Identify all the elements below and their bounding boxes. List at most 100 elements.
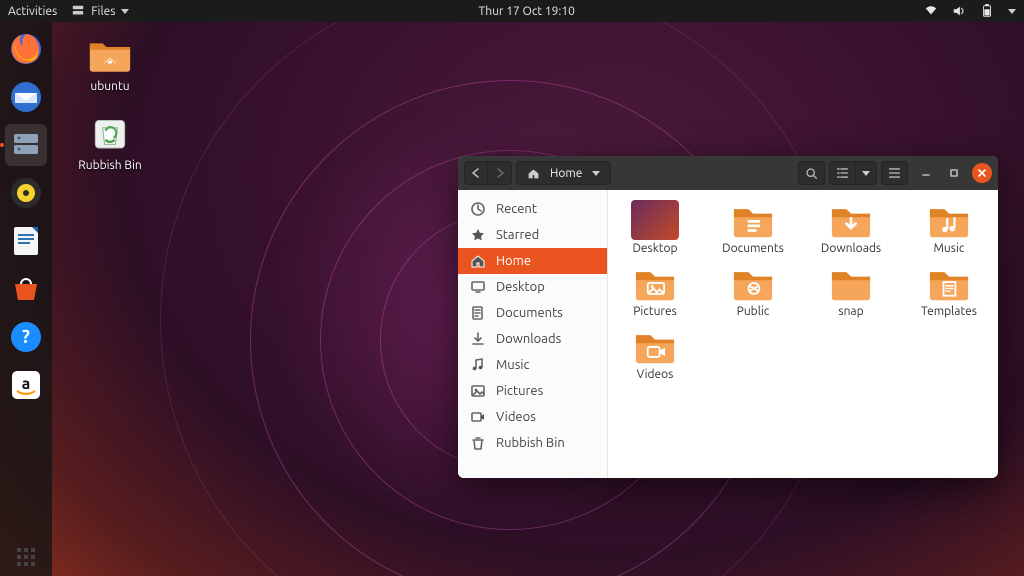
- sidebar-item-label: Videos: [496, 410, 536, 424]
- files-titlebar: Home: [458, 156, 998, 190]
- dock-rhythmbox[interactable]: [5, 172, 47, 214]
- clock-icon: [470, 201, 486, 217]
- sidebar-item-label: Starred: [496, 228, 539, 242]
- file-item-label: Public: [714, 305, 792, 318]
- files-window: Home Recent Starred Home Desktop Documents Do…: [458, 156, 998, 478]
- sidebar-item-documents[interactable]: Documents: [458, 300, 607, 326]
- file-item-music[interactable]: Music: [910, 200, 988, 255]
- folder-music-icon: [925, 200, 973, 240]
- path-bar[interactable]: Home: [516, 161, 611, 185]
- svg-text:?: ?: [22, 327, 30, 347]
- desktop-icon: [470, 279, 486, 295]
- desktop-trash[interactable]: Rubbish Bin: [70, 115, 150, 172]
- folder-documents-icon: [729, 200, 777, 240]
- search-button[interactable]: [798, 161, 825, 185]
- dock-libreoffice-writer[interactable]: [5, 220, 47, 262]
- sidebar-item-home[interactable]: Home: [458, 248, 607, 274]
- volume-icon[interactable]: [952, 4, 966, 18]
- file-item-label: snap: [812, 305, 890, 318]
- network-wifi-icon[interactable]: [924, 4, 938, 18]
- sidebar-item-label: Downloads: [496, 332, 561, 346]
- folder-pictures-icon: [631, 263, 679, 303]
- folder-plain-icon: [827, 263, 875, 303]
- battery-icon[interactable]: [980, 4, 994, 18]
- file-item-label: Documents: [714, 242, 792, 255]
- sidebar-item-downloads[interactable]: Downloads: [458, 326, 607, 352]
- sidebar-item-label: Home: [496, 254, 531, 268]
- trash-icon: [88, 115, 132, 155]
- file-item-snap[interactable]: snap: [812, 263, 890, 318]
- svg-text:a: a: [22, 375, 31, 393]
- sidebar-item-recent[interactable]: Recent: [458, 196, 607, 222]
- dock-firefox[interactable]: [5, 28, 47, 70]
- file-item-label: Downloads: [812, 242, 890, 255]
- dock-help[interactable]: ?: [5, 316, 47, 358]
- file-item-label: Videos: [616, 368, 694, 381]
- home-icon: [527, 167, 540, 180]
- trash-icon: [470, 435, 486, 451]
- window-minimize-button[interactable]: [916, 163, 936, 183]
- window-maximize-button[interactable]: [944, 163, 964, 183]
- top-panel: Activities Files Thur 17 Oct 19:10: [0, 0, 1024, 22]
- dock-thunderbird[interactable]: [5, 76, 47, 118]
- documents-icon: [470, 305, 486, 321]
- file-item-pictures[interactable]: Pictures: [616, 263, 694, 318]
- path-label: Home: [550, 167, 582, 180]
- files-sidebar: Recent Starred Home Desktop Documents Downloa…: [458, 190, 608, 478]
- desktop-wallpaper-icon: [631, 200, 679, 240]
- sidebar-item-desktop[interactable]: Desktop: [458, 274, 607, 300]
- system-menu-chevron-icon[interactable]: [1008, 9, 1016, 14]
- sidebar-item-label: Recent: [496, 202, 537, 216]
- sidebar-item-label: Music: [496, 358, 530, 372]
- sidebar-item-pictures[interactable]: Pictures: [458, 378, 607, 404]
- desktop-home-folder[interactable]: ubuntu: [70, 36, 150, 93]
- file-item-videos[interactable]: Videos: [616, 326, 694, 381]
- music-icon: [470, 357, 486, 373]
- nav-forward-button[interactable]: [488, 161, 512, 185]
- folder-home-icon: [88, 36, 132, 76]
- star-icon: [470, 227, 486, 243]
- view-list-button[interactable]: [829, 161, 856, 185]
- nav-back-button[interactable]: [464, 161, 488, 185]
- files-app-icon: [71, 4, 85, 18]
- dock-files[interactable]: [5, 124, 47, 166]
- desktop-trash-label: Rubbish Bin: [70, 159, 150, 172]
- file-item-label: Music: [910, 242, 988, 255]
- file-item-desktop[interactable]: Desktop: [616, 200, 694, 255]
- sidebar-item-label: Pictures: [496, 384, 543, 398]
- pictures-icon: [470, 383, 486, 399]
- sidebar-item-videos[interactable]: Videos: [458, 404, 607, 430]
- folder-downloads-icon: [827, 200, 875, 240]
- app-menu[interactable]: Files: [71, 4, 129, 18]
- file-item-label: Desktop: [616, 242, 694, 255]
- path-chevron-icon: [592, 171, 600, 176]
- desktop-home-label: ubuntu: [70, 80, 150, 93]
- file-item-templates[interactable]: Templates: [910, 263, 988, 318]
- clock[interactable]: Thur 17 Oct 19:10: [479, 5, 575, 18]
- view-menu-button[interactable]: [856, 161, 877, 185]
- file-item-label: Pictures: [616, 305, 694, 318]
- file-item-documents[interactable]: Documents: [714, 200, 792, 255]
- file-item-downloads[interactable]: Downloads: [812, 200, 890, 255]
- downloads-icon: [470, 331, 486, 347]
- dock-amazon[interactable]: a: [5, 364, 47, 406]
- sidebar-item-starred[interactable]: Starred: [458, 222, 607, 248]
- sidebar-item-music[interactable]: Music: [458, 352, 607, 378]
- files-content[interactable]: Desktop Documents Downloads Music Pictures Pu…: [608, 190, 998, 478]
- file-item-label: Templates: [910, 305, 988, 318]
- window-close-button[interactable]: [972, 163, 992, 183]
- dock-ubuntu-software[interactable]: [5, 268, 47, 310]
- hamburger-menu-button[interactable]: [881, 161, 908, 185]
- videos-icon: [470, 409, 486, 425]
- folder-templates-icon: [925, 263, 973, 303]
- folder-public-icon: [729, 263, 777, 303]
- activities-button[interactable]: Activities: [8, 5, 57, 18]
- desktop-icons: ubuntu Rubbish Bin: [70, 36, 150, 172]
- sidebar-item-trash[interactable]: Rubbish Bin: [458, 430, 607, 456]
- chevron-down-icon: [121, 9, 129, 14]
- file-item-public[interactable]: Public: [714, 263, 792, 318]
- sidebar-item-label: Documents: [496, 306, 563, 320]
- sidebar-item-label: Rubbish Bin: [496, 436, 565, 450]
- folder-videos-icon: [631, 326, 679, 366]
- sidebar-item-label: Desktop: [496, 280, 545, 294]
